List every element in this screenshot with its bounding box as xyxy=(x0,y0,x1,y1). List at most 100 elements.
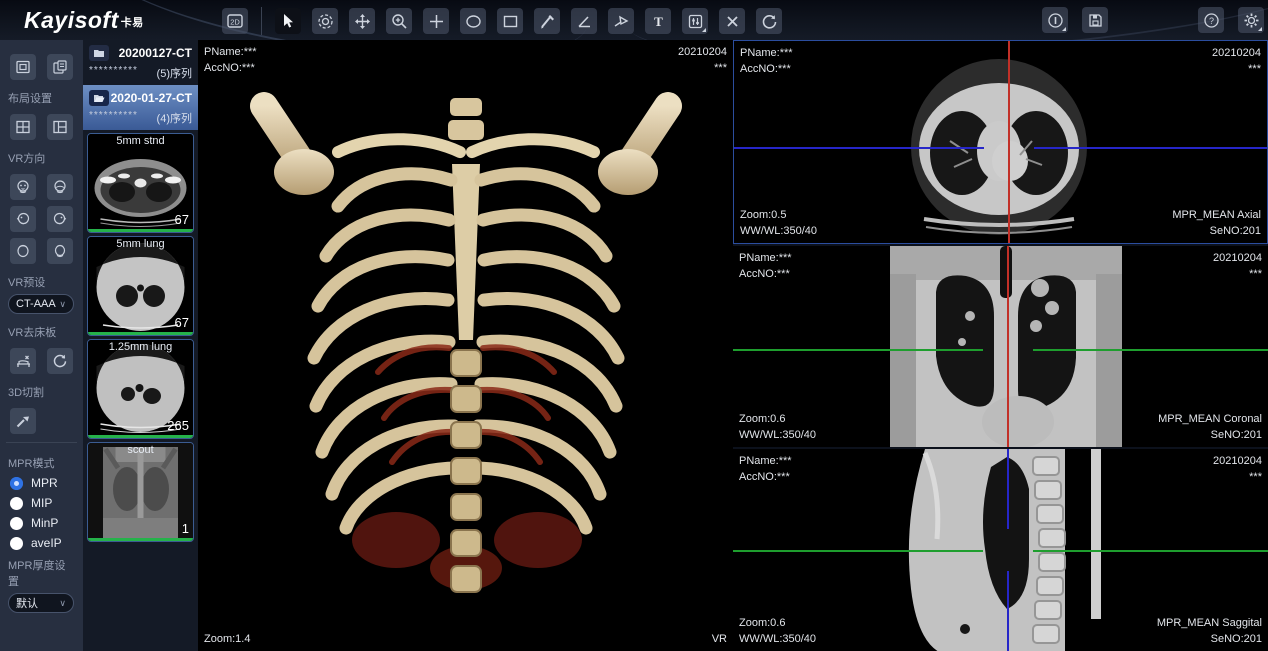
series-thumbnail-5mm-lung[interactable]: 5mm lung 67 xyxy=(87,236,194,336)
thumbnail-label: 5mm lung xyxy=(88,238,193,250)
vr-overlay-topright: 20210204 *** xyxy=(678,44,727,76)
text-annotate-button[interactable]: T xyxy=(645,8,671,34)
mpr-coronal-viewport[interactable]: PName:***AccNO:*** 20210204*** Zoom:0.6W… xyxy=(733,246,1268,448)
vr-viewport[interactable]: PName:*** AccNO:*** 20210204 *** Zoom:1.… xyxy=(198,40,733,651)
reset-view-button[interactable] xyxy=(756,8,782,34)
save-button[interactable] xyxy=(1082,7,1108,33)
vr-preset-select[interactable]: CT-AAA ∨ xyxy=(8,294,74,314)
pan-button[interactable] xyxy=(349,8,375,34)
head-right-icon xyxy=(52,211,68,227)
top-bar: Kayisoft卡易 2D xyxy=(0,0,1268,40)
vr-date: 20210204 xyxy=(678,44,727,60)
mpr-pname: PName:*** xyxy=(739,453,792,469)
mpr-accno: AccNO:*** xyxy=(739,469,792,485)
head-superior-icon xyxy=(15,243,31,259)
vr-overlay-bottomleft: Zoom:1.4 xyxy=(204,631,250,647)
radio-minp[interactable]: MinP xyxy=(0,513,83,533)
mpr-sagittal-viewport[interactable]: PName:***AccNO:*** 20210204*** Zoom:0.6W… xyxy=(733,449,1268,651)
sagittal-crosshair-vertical-bottom[interactable] xyxy=(1007,571,1009,651)
coronal-crosshair-horizontal-right[interactable] xyxy=(1033,349,1268,351)
mpr-zoom: Zoom:0.6 xyxy=(739,615,816,631)
head-left-button[interactable] xyxy=(10,206,36,232)
head-inferior-button[interactable] xyxy=(47,238,73,264)
length-measure-button[interactable] xyxy=(534,8,560,34)
head-superior-button[interactable] xyxy=(10,238,36,264)
radio-label: MinP xyxy=(31,516,58,530)
series-thumbnail-scout[interactable]: scout 1 xyxy=(87,442,194,542)
crosshair-button[interactable] xyxy=(423,8,449,34)
zoom-in-button[interactable] xyxy=(386,8,412,34)
x-icon xyxy=(725,14,740,29)
head-anterior-button[interactable] xyxy=(10,174,36,200)
study-item-2-selected[interactable]: 2020-01-27-CT ********** (4)序列 xyxy=(83,85,198,130)
reset-vr-button[interactable] xyxy=(47,348,73,374)
thumbnail-progress-bar xyxy=(88,435,193,438)
report-layout-button[interactable] xyxy=(47,54,73,80)
help-button[interactable]: ? xyxy=(1198,7,1224,33)
grid-layout-row xyxy=(0,114,83,140)
window-level-button[interactable] xyxy=(682,8,708,34)
mpr-stars: *** xyxy=(1212,61,1261,77)
select-cursor-button[interactable] xyxy=(275,8,301,34)
radio-mip[interactable]: MIP xyxy=(0,493,83,513)
head-right-button[interactable] xyxy=(47,206,73,232)
sagittal-crosshair-horizontal-left[interactable] xyxy=(733,550,983,552)
rectangle-icon xyxy=(502,13,519,30)
mpr-seno: SeNO:201 xyxy=(1157,631,1262,647)
vr-mode-label: VR xyxy=(712,631,727,647)
ellipse-roi-button[interactable] xyxy=(460,8,486,34)
radio-label: aveIP xyxy=(31,536,62,550)
mpr-axial-viewport[interactable]: PName:***AccNO:*** 20210204*** Zoom:0.5W… xyxy=(733,40,1268,244)
svg-text:?: ? xyxy=(1208,16,1213,26)
mpr-stars: *** xyxy=(1213,266,1262,282)
reset-vr-icon xyxy=(52,353,68,369)
left-panel-layout-button[interactable] xyxy=(47,114,73,140)
mpr-seno: SeNO:201 xyxy=(1158,427,1262,443)
axial-crosshair-horizontal-left[interactable] xyxy=(734,147,984,149)
vr-overlay-topleft: PName:*** AccNO:*** xyxy=(204,44,257,76)
arrow-annotate-button[interactable] xyxy=(608,8,634,34)
single-layout-button[interactable] xyxy=(10,54,36,80)
rect-roi-button[interactable] xyxy=(497,8,523,34)
mpr-plane-label: MPR_MEAN Saggital xyxy=(1157,615,1262,631)
2d-view-button[interactable]: 2D xyxy=(222,8,248,34)
sagittal-crosshair-horizontal-right[interactable] xyxy=(1033,550,1268,552)
mpr-thickness-label: MPR厚度设置 xyxy=(0,553,83,591)
coronal-crosshair-horizontal-left[interactable] xyxy=(733,349,983,351)
grid-2x2-layout-button[interactable] xyxy=(10,114,36,140)
axial-crosshair-vertical[interactable] xyxy=(1008,41,1010,243)
sagittal-crosshair-vertical-top[interactable] xyxy=(1007,449,1009,529)
head-posterior-button[interactable] xyxy=(47,174,73,200)
mpr-thickness-select[interactable]: 默认 ∨ xyxy=(8,593,74,613)
study-title: 20200127-CT xyxy=(119,46,192,60)
thumbnail-label: 1.25mm lung xyxy=(88,341,193,353)
mpr-zoom: Zoom:0.5 xyxy=(740,207,817,223)
info-button[interactable] xyxy=(1042,7,1068,33)
thumbnail-image-number: 67 xyxy=(175,212,189,227)
info-icon xyxy=(1047,12,1064,29)
mpr-date: 20210204 xyxy=(1212,45,1261,61)
remove-bed-icon xyxy=(15,353,32,370)
window-target-button[interactable] xyxy=(312,8,338,34)
angle-measure-button[interactable] xyxy=(571,8,597,34)
radio-label: MIP xyxy=(31,496,52,510)
settings-button[interactable] xyxy=(1238,7,1264,33)
magnifier-plus-icon xyxy=(391,13,408,30)
save-icon xyxy=(1087,12,1104,29)
remove-bed-button[interactable] xyxy=(10,348,36,374)
series-thumbnail-125mm-lung[interactable]: 1.25mm lung 265 xyxy=(87,339,194,439)
study-item-1[interactable]: 20200127-CT ********** (5)序列 xyxy=(83,40,198,85)
radio-mpr[interactable]: MPR xyxy=(0,473,83,493)
help-settings-toolbar: ? xyxy=(1198,7,1264,33)
radio-aveip[interactable]: aveIP xyxy=(0,533,83,553)
axial-crosshair-horizontal-right[interactable] xyxy=(1034,147,1267,149)
cut-row xyxy=(0,408,83,434)
series-thumbnail-5mm-stnd[interactable]: 5mm stnd 67 xyxy=(87,133,194,233)
delete-annotation-button[interactable] xyxy=(719,8,745,34)
coronal-crosshair-vertical[interactable] xyxy=(1007,246,1009,448)
vr-overlay-bottomright: VR xyxy=(712,631,727,647)
cut-knife-button[interactable] xyxy=(10,408,36,434)
radio-dot xyxy=(10,517,23,530)
radio-label: MPR xyxy=(31,476,58,490)
mpr-column: PName:***AccNO:*** 20210204*** Zoom:0.5W… xyxy=(733,40,1268,651)
